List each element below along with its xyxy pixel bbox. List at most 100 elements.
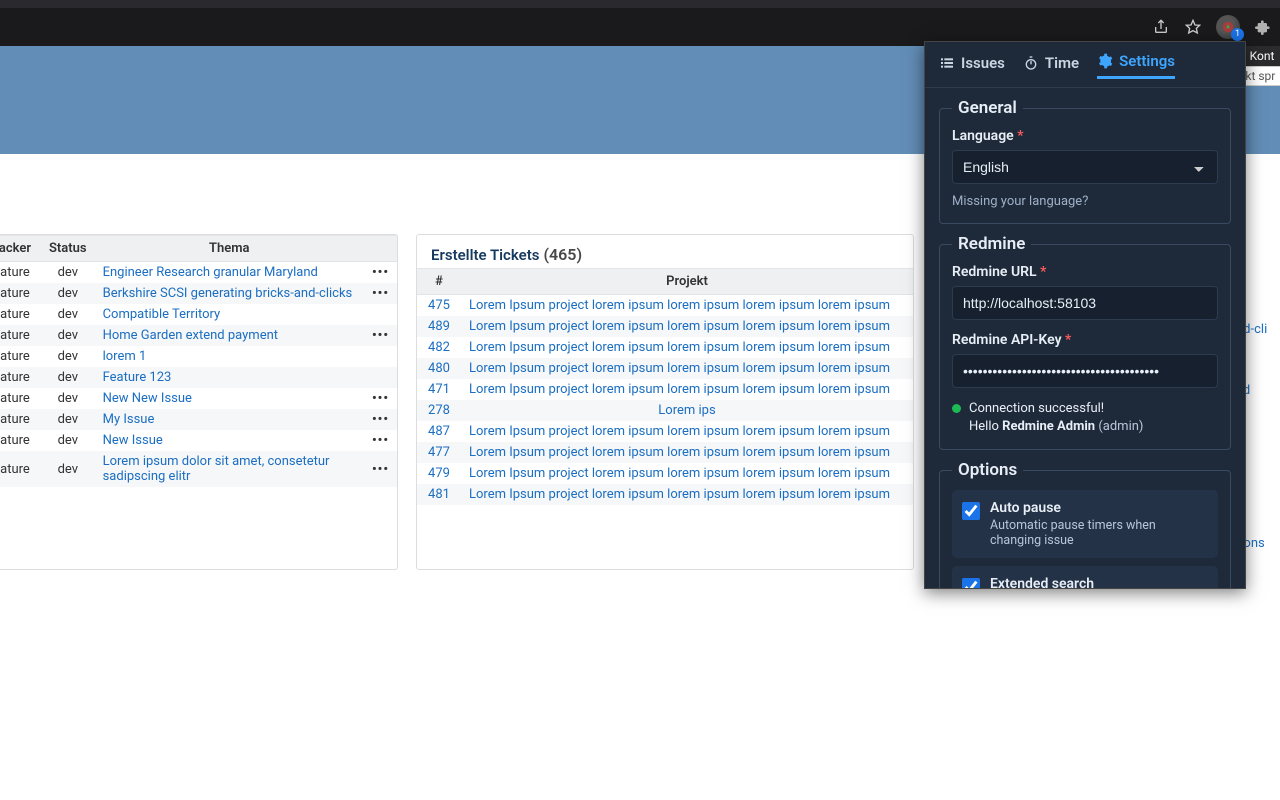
legend-general: General (952, 98, 1023, 118)
cell-id[interactable]: 479 (417, 463, 461, 484)
cell-project[interactable]: Lorem Ipsum project lorem ipsum lorem ip… (461, 316, 913, 337)
row-actions-icon[interactable]: ••• (364, 409, 397, 430)
autopause-title: Auto pause (990, 500, 1208, 516)
connection-user-text: Hello Redmine Admin (admin) (969, 418, 1143, 436)
table-row: 475Lorem Ipsum project lorem ipsum lorem… (417, 295, 913, 317)
cell-id[interactable]: 278 (417, 400, 461, 421)
redmine-url-input[interactable] (952, 286, 1218, 320)
extension-icon[interactable]: 1 (1216, 15, 1240, 39)
table-row: aturedevFeature 123 (0, 367, 397, 388)
table-row: 482Lorem Ipsum project lorem ipsum lorem… (417, 337, 913, 358)
cell-project[interactable]: Lorem Ipsum project lorem ipsum lorem ip… (461, 442, 913, 463)
redmine-apikey-input[interactable] (952, 354, 1218, 388)
extended-search-title: Extended search (990, 576, 1208, 588)
option-autopause[interactable]: Auto pause Automatic pause timers when c… (952, 490, 1218, 558)
cell-subject[interactable]: Compatible Territory (95, 304, 364, 325)
col-status[interactable]: Status (41, 236, 95, 262)
cell-project[interactable]: Lorem ips (461, 400, 913, 421)
cell-tracker: ature (0, 262, 41, 284)
issues-box-left: acker Status Thema aturedevEngineer Rese… (0, 234, 398, 570)
row-actions-icon[interactable]: ••• (364, 430, 397, 451)
row-actions-icon[interactable] (364, 346, 397, 367)
tab-time[interactable]: Time (1023, 52, 1079, 79)
col-subject[interactable]: Thema (95, 236, 364, 262)
extensions-puzzle-icon[interactable] (1254, 18, 1272, 36)
cell-status: dev (41, 283, 95, 304)
extended-search-checkbox[interactable] (962, 578, 980, 588)
cell-subject[interactable]: Lorem ipsum dolor sit amet, consetetur s… (95, 451, 364, 487)
cell-project[interactable]: Lorem Ipsum project lorem ipsum lorem ip… (461, 463, 913, 484)
cell-tracker: ature (0, 388, 41, 409)
row-actions-icon[interactable]: ••• (364, 388, 397, 409)
table-row: aturedevMy Issue••• (0, 409, 397, 430)
missing-language-link[interactable]: Missing your language? (952, 194, 1218, 209)
extension-badge-count: 1 (1231, 28, 1244, 41)
cell-subject[interactable]: Home Garden extend payment (95, 325, 364, 346)
col-id[interactable]: # (417, 269, 461, 295)
cell-project[interactable]: Lorem Ipsum project lorem ipsum lorem ip… (461, 421, 913, 442)
cell-status: dev (41, 409, 95, 430)
gear-icon (1097, 53, 1113, 69)
cell-subject[interactable]: Engineer Research granular Maryland (95, 262, 364, 284)
legend-options: Options (952, 460, 1023, 480)
table-row: aturedevEngineer Research granular Maryl… (0, 262, 397, 284)
row-actions-icon[interactable]: ••• (364, 451, 397, 487)
cell-project[interactable]: Lorem Ipsum project lorem ipsum lorem ip… (461, 358, 913, 379)
cell-subject[interactable]: Berkshire SCSI generating bricks-and-cli… (95, 283, 364, 304)
row-actions-icon[interactable]: ••• (364, 325, 397, 346)
cell-id[interactable]: 481 (417, 484, 461, 505)
cell-tracker: ature (0, 430, 41, 451)
share-icon[interactable] (1152, 18, 1170, 36)
cell-id[interactable]: 489 (417, 316, 461, 337)
autopause-checkbox[interactable] (962, 502, 980, 520)
cell-subject[interactable]: lorem 1 (95, 346, 364, 367)
cell-id[interactable]: 477 (417, 442, 461, 463)
cell-project[interactable]: Lorem Ipsum project lorem ipsum lorem ip… (461, 295, 913, 317)
cell-id[interactable]: 475 (417, 295, 461, 317)
list-icon (939, 55, 955, 71)
table-row: 471Lorem Ipsum project lorem ipsum lorem… (417, 379, 913, 400)
cell-tracker: ature (0, 346, 41, 367)
option-extended-search[interactable]: Extended search Allows to search issues … (952, 566, 1218, 588)
table-row: aturedevBerkshire SCSI generating bricks… (0, 283, 397, 304)
tab-settings[interactable]: Settings (1097, 52, 1175, 79)
cell-subject[interactable]: New New Issue (95, 388, 364, 409)
connection-success-text: Connection successful! (969, 400, 1143, 418)
row-actions-icon[interactable]: ••• (364, 262, 397, 284)
cell-project[interactable]: Lorem Ipsum project lorem ipsum lorem ip… (461, 379, 913, 400)
box-title-right[interactable]: Erstellte Tickets (431, 246, 539, 264)
cell-id[interactable]: 480 (417, 358, 461, 379)
status-dot-icon (952, 404, 961, 413)
cell-project[interactable]: Lorem Ipsum project lorem ipsum lorem ip… (461, 337, 913, 358)
star-icon[interactable] (1184, 18, 1202, 36)
cell-project[interactable]: Lorem Ipsum project lorem ipsum lorem ip… (461, 484, 913, 505)
cell-tracker: ature (0, 304, 41, 325)
row-actions-icon[interactable] (364, 304, 397, 325)
fieldset-general: General Language * English Missing your … (939, 98, 1231, 224)
language-select[interactable]: English (952, 150, 1218, 184)
table-row: aturedevNew New Issue••• (0, 388, 397, 409)
cell-subject[interactable]: Feature 123 (95, 367, 364, 388)
row-actions-icon[interactable]: ••• (364, 283, 397, 304)
cell-id[interactable]: 487 (417, 421, 461, 442)
cell-status: dev (41, 451, 95, 487)
col-tracker[interactable]: acker (0, 236, 41, 262)
cell-status: dev (41, 262, 95, 284)
table-row: aturedevLorem ipsum dolor sit amet, cons… (0, 451, 397, 487)
cell-id[interactable]: 482 (417, 337, 461, 358)
cell-id[interactable]: 471 (417, 379, 461, 400)
table-row: aturedevNew Issue••• (0, 430, 397, 451)
table-row: 477Lorem Ipsum project lorem ipsum lorem… (417, 442, 913, 463)
cell-status: dev (41, 304, 95, 325)
col-project[interactable]: Projekt (461, 269, 913, 295)
issues-box-right: Erstellte Tickets (465) # Projekt 475Lor… (416, 234, 914, 570)
redmine-apikey-label: Redmine API-Key * (952, 332, 1218, 348)
cell-subject[interactable]: My Issue (95, 409, 364, 430)
table-row: 479Lorem Ipsum project lorem ipsum lorem… (417, 463, 913, 484)
issues-table-right: # Projekt 475Lorem Ipsum project lorem i… (417, 268, 913, 505)
tab-issues[interactable]: Issues (939, 52, 1005, 79)
table-row: 480Lorem Ipsum project lorem ipsum lorem… (417, 358, 913, 379)
row-actions-icon[interactable] (364, 367, 397, 388)
cell-subject[interactable]: New Issue (95, 430, 364, 451)
cell-status: dev (41, 388, 95, 409)
